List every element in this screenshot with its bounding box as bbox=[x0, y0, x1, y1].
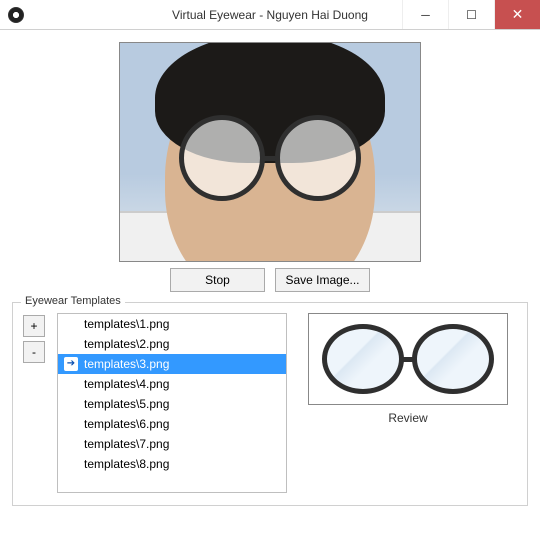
templates-listbox[interactable]: templates\1.pngtemplates\2.pngtemplates\… bbox=[57, 313, 287, 493]
list-item[interactable]: templates\4.png bbox=[58, 374, 286, 394]
add-template-button[interactable]: + bbox=[23, 315, 45, 337]
list-item[interactable]: templates\5.png bbox=[58, 394, 286, 414]
list-item[interactable]: templates\8.png bbox=[58, 454, 286, 474]
list-item[interactable]: templates\7.png bbox=[58, 434, 286, 454]
review-preview bbox=[308, 313, 508, 405]
list-item[interactable]: templates\1.png bbox=[58, 314, 286, 334]
templates-groupbox: Eyewear Templates + - templates\1.pngtem… bbox=[12, 302, 528, 506]
save-image-button[interactable]: Save Image... bbox=[275, 268, 370, 292]
window-title: Virtual Eyewear - Nguyen Hai Duong bbox=[0, 8, 540, 22]
groupbox-legend: Eyewear Templates bbox=[21, 295, 125, 307]
review-column: Review bbox=[299, 313, 517, 493]
client-area: Stop Save Image... Eyewear Templates + -… bbox=[0, 30, 540, 518]
add-remove-column: + - bbox=[23, 315, 45, 493]
camera-preview bbox=[119, 42, 421, 262]
glasses-overlay-icon bbox=[179, 115, 361, 201]
preview-button-row: Stop Save Image... bbox=[12, 268, 528, 292]
review-label: Review bbox=[388, 411, 427, 425]
glasses-icon bbox=[322, 324, 494, 394]
list-item[interactable]: templates\2.png bbox=[58, 334, 286, 354]
stop-button[interactable]: Stop bbox=[170, 268, 265, 292]
list-item[interactable]: templates\3.png bbox=[58, 354, 286, 374]
list-item[interactable]: templates\6.png bbox=[58, 414, 286, 434]
title-bar: Virtual Eyewear - Nguyen Hai Duong ─ ☐ ✕ bbox=[0, 0, 540, 30]
remove-template-button[interactable]: - bbox=[23, 341, 45, 363]
